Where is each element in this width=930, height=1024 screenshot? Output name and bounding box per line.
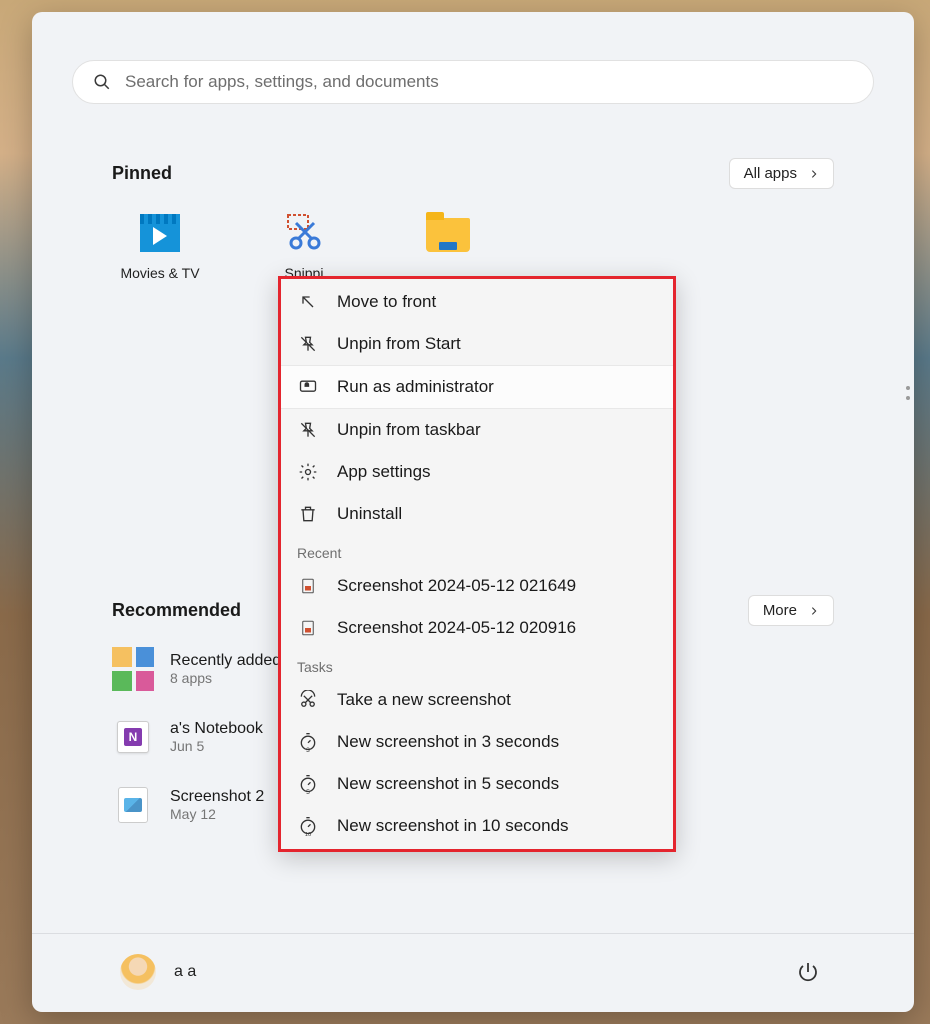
user-account-button[interactable]: a a xyxy=(120,954,196,990)
more-button[interactable]: More xyxy=(748,595,834,626)
rec-title: Recently added xyxy=(170,652,281,670)
pinned-grid: Movies & TV Snippi xyxy=(112,211,834,281)
recently-added-icon xyxy=(112,648,154,690)
movies-tv-icon xyxy=(138,211,182,255)
unpin-icon xyxy=(297,419,319,441)
scroll-indicator xyxy=(906,386,910,400)
more-label: More xyxy=(763,602,797,619)
svg-text:10: 10 xyxy=(305,832,312,836)
ctx-run-as-admin[interactable]: Run as administrator xyxy=(281,365,673,409)
context-menu: Move to front Unpin from Start Run as ad… xyxy=(278,276,676,852)
timer-icon: 5 xyxy=(297,773,319,795)
ctx-label: Take a new screenshot xyxy=(337,690,657,710)
snipping-tool-icon xyxy=(282,211,326,255)
search-input[interactable] xyxy=(125,72,853,92)
rec-subtitle: May 12 xyxy=(170,806,264,822)
image-file-icon xyxy=(297,575,319,597)
pinned-heading: Pinned xyxy=(112,163,172,184)
snip-icon xyxy=(297,689,319,711)
ctx-label: Unpin from Start xyxy=(337,334,657,354)
ctx-task-screenshot[interactable]: Take a new screenshot xyxy=(281,679,673,721)
app-tile-movies-tv[interactable]: Movies & TV xyxy=(114,211,206,281)
chevron-right-icon xyxy=(809,168,819,180)
rec-subtitle: Jun 5 xyxy=(170,738,263,754)
chevron-right-icon xyxy=(809,605,819,617)
ctx-label: App settings xyxy=(337,462,657,482)
rec-title: Screenshot 2 xyxy=(170,788,264,806)
pinned-section: Pinned All apps Movies & TV xyxy=(32,124,914,281)
file-explorer-icon xyxy=(426,211,470,255)
gear-icon xyxy=(297,461,319,483)
ctx-unpin-taskbar[interactable]: Unpin from taskbar xyxy=(281,409,673,451)
unpin-icon xyxy=(297,333,319,355)
ctx-task-screenshot-5s[interactable]: 5 New screenshot in 5 seconds xyxy=(281,763,673,805)
ctx-label: Screenshot 2024-05-12 020916 xyxy=(337,618,657,638)
ctx-task-screenshot-3s[interactable]: 3 New screenshot in 3 seconds xyxy=(281,721,673,763)
search-icon xyxy=(93,73,111,91)
shield-icon xyxy=(297,376,319,398)
search-bar[interactable] xyxy=(72,60,874,104)
rec-subtitle: 8 apps xyxy=(170,670,281,686)
ctx-task-screenshot-10s[interactable]: 10 New screenshot in 10 seconds xyxy=(281,805,673,847)
avatar xyxy=(120,954,156,990)
pinned-header: Pinned All apps xyxy=(112,158,834,189)
svg-text:5: 5 xyxy=(306,789,310,794)
trash-icon xyxy=(297,503,319,525)
ctx-recent-item[interactable]: Screenshot 2024-05-12 021649 xyxy=(281,565,673,607)
ctx-label: Move to front xyxy=(337,292,657,312)
all-apps-button[interactable]: All apps xyxy=(729,158,834,189)
user-name: a a xyxy=(174,963,196,981)
ctx-unpin-start[interactable]: Unpin from Start xyxy=(281,323,673,365)
ctx-label: Run as administrator xyxy=(337,377,657,397)
ctx-recent-heading: Recent xyxy=(281,535,673,565)
ctx-label: Unpin from taskbar xyxy=(337,420,657,440)
rec-title: a's Notebook xyxy=(170,720,263,738)
power-button[interactable] xyxy=(790,954,826,990)
ctx-uninstall[interactable]: Uninstall xyxy=(281,493,673,535)
ctx-move-to-front[interactable]: Move to front xyxy=(281,281,673,323)
power-icon xyxy=(796,960,820,984)
recommended-heading: Recommended xyxy=(112,600,241,621)
app-tile-snipping-tool[interactable]: Snippi xyxy=(258,211,350,281)
timer-icon: 3 xyxy=(297,731,319,753)
arrow-top-left-icon xyxy=(297,291,319,313)
ctx-app-settings[interactable]: App settings xyxy=(281,451,673,493)
ctx-label: Uninstall xyxy=(337,504,657,524)
search-region xyxy=(32,12,914,124)
ctx-recent-item[interactable]: Screenshot 2024-05-12 020916 xyxy=(281,607,673,649)
start-footer: a a xyxy=(32,933,914,1012)
ctx-label: New screenshot in 3 seconds xyxy=(337,732,657,752)
image-file-icon xyxy=(112,784,154,826)
image-file-icon xyxy=(297,617,319,639)
ctx-label: New screenshot in 5 seconds xyxy=(337,774,657,794)
app-label: Movies & TV xyxy=(120,265,199,281)
svg-text:3: 3 xyxy=(306,747,310,752)
onenote-icon: N xyxy=(112,716,154,758)
all-apps-label: All apps xyxy=(744,165,797,182)
app-tile-file-explorer[interactable] xyxy=(402,211,494,281)
ctx-label: New screenshot in 10 seconds xyxy=(337,816,657,836)
ctx-tasks-heading: Tasks xyxy=(281,649,673,679)
ctx-label: Screenshot 2024-05-12 021649 xyxy=(337,576,657,596)
timer-icon: 10 xyxy=(297,815,319,837)
